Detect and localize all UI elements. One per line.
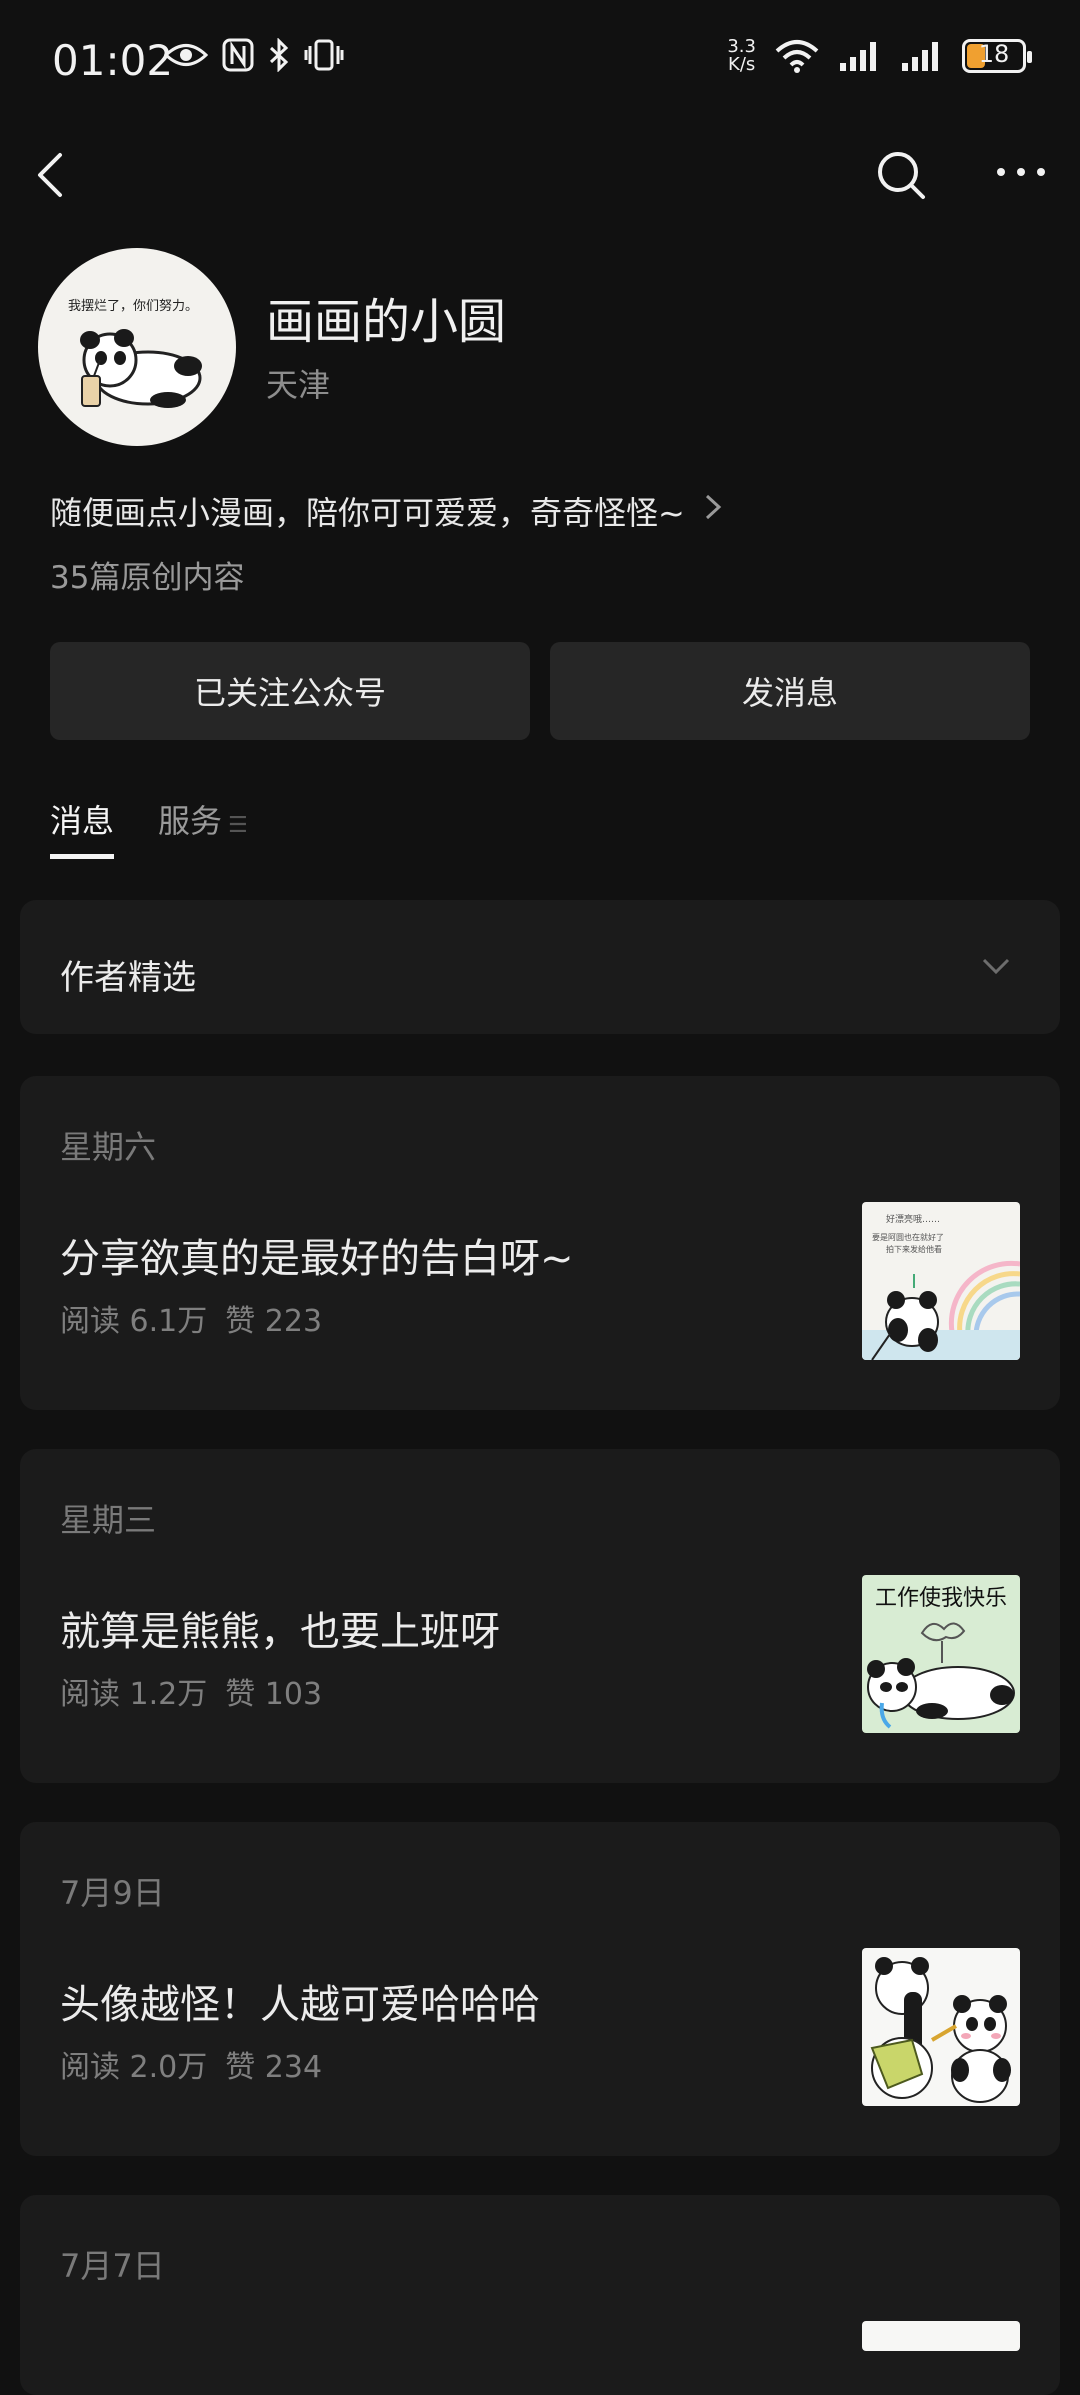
svg-text:工作使我快乐: 工作使我快乐 <box>875 1586 1007 1611</box>
back-button[interactable] <box>28 140 98 210</box>
svg-text:拍下来发给他看: 拍下来发给他看 <box>886 1244 942 1254</box>
eye-icon <box>164 44 208 66</box>
like-count: 赞 103 <box>225 1677 323 1712</box>
read-count: 阅读 2.0万 <box>60 2050 208 2085</box>
article-card[interactable]: 星期三 就算是熊熊，也要上班呀 阅读 1.2万赞 103 工作使我快乐 <box>20 1449 1060 1783</box>
article-card[interactable]: 7月9日 头像越怪！人越可爱哈哈哈 阅读 2.0万赞 234 <box>20 1822 1060 2156</box>
article-stats: 阅读 1.2万赞 103 <box>60 1669 322 1713</box>
signal-icon <box>840 42 876 71</box>
back-arrow-icon <box>38 153 62 197</box>
panda-avatar-image: 我摆烂了，你们努力。 <box>68 299 202 408</box>
article-title: 就算是熊熊，也要上班呀 <box>60 1609 500 1655</box>
tab-messages[interactable]: 消息 <box>50 796 115 859</box>
article-stats: 阅读 6.1万赞 223 <box>60 1296 322 1340</box>
like-count: 赞 223 <box>225 1304 323 1339</box>
article-thumbnail <box>862 2321 1020 2351</box>
wifi-icon <box>775 40 819 73</box>
svg-text:我摆烂了，你们努力。: 我摆烂了，你们努力。 <box>68 299 198 314</box>
article-stats: 阅读 2.0万赞 234 <box>60 2042 322 2086</box>
read-count: 阅读 6.1万 <box>60 1304 208 1339</box>
chevron-down-icon <box>982 958 1010 975</box>
status-icons-left <box>164 38 344 72</box>
author-picks-label: 作者精选 <box>60 958 196 998</box>
menu-lines-icon: ☰ <box>228 813 248 838</box>
svg-text:好漂亮哦……: 好漂亮哦…… <box>886 1213 940 1225</box>
read-count: 阅读 1.2万 <box>60 1677 208 1712</box>
more-dots-icon <box>997 168 1045 176</box>
search-button[interactable] <box>866 140 936 210</box>
original-count: 35篇原创内容 <box>50 560 245 596</box>
followed-button[interactable]: 已关注公众号 <box>50 642 530 740</box>
status-icons-right: 3.3 K/s 18 <box>727 36 1032 75</box>
like-count: 赞 234 <box>225 2050 323 2085</box>
article-thumbnail <box>862 1948 1020 2106</box>
account-name: 画画的小圆 <box>266 294 507 350</box>
article-date: 星期六 <box>60 1128 157 1166</box>
tab-services[interactable]: 服务 ☰ <box>158 796 248 859</box>
author-picks-panel[interactable]: 作者精选 <box>20 900 1060 1034</box>
article-date: 星期三 <box>60 1501 157 1539</box>
bluetooth-icon <box>269 38 289 72</box>
vibrate-icon <box>304 39 344 71</box>
battery-indicator: 18 <box>962 39 1032 73</box>
article-date: 7月7日 <box>60 2247 165 2285</box>
article-title: 头像越怪！人越可爱哈哈哈 <box>60 1982 540 2028</box>
top-bar <box>0 140 1080 240</box>
send-message-button[interactable]: 发消息 <box>550 642 1030 740</box>
article-thumbnail: 好漂亮哦…… 要是阿圆也在就好了 拍下来发给他看 <box>862 1202 1020 1360</box>
tab-bar: 消息 服务 ☰ <box>50 796 248 859</box>
more-button[interactable] <box>986 140 1056 210</box>
article-thumbnail: 工作使我快乐 <box>862 1575 1020 1733</box>
battery-level: 18 <box>978 40 1010 68</box>
status-time: 01:02 <box>52 36 174 85</box>
article-date: 7月9日 <box>60 1874 165 1912</box>
search-icon <box>878 152 925 199</box>
article-card[interactable]: 星期六 分享欲真的是最好的告白呀~ 阅读 6.1万赞 223 好漂亮哦…… 要是… <box>20 1076 1060 1410</box>
chevron-right-icon <box>703 491 723 531</box>
signal-icon-2 <box>902 42 938 71</box>
account-location: 天津 <box>266 366 331 404</box>
article-title: 分享欲真的是最好的告白呀~ <box>60 1236 574 1282</box>
article-card[interactable]: 7月7日 <box>20 2195 1060 2395</box>
nfc-icon <box>222 38 254 72</box>
network-speed: 3.3 K/s <box>727 36 756 75</box>
avatar[interactable]: 我摆烂了，你们努力。 <box>38 248 236 446</box>
tab-services-label: 服务 <box>158 802 223 840</box>
account-bio[interactable]: 随便画点小漫画，陪你可可爱爱，奇奇怪怪~ <box>50 488 723 534</box>
status-bar: 01:02 3.3 K/s 18 <box>0 0 1080 120</box>
svg-text:要是阿圆也在就好了: 要是阿圆也在就好了 <box>872 1232 944 1242</box>
bio-text: 随便画点小漫画，陪你可可爱爱，奇奇怪怪~ <box>50 494 685 532</box>
